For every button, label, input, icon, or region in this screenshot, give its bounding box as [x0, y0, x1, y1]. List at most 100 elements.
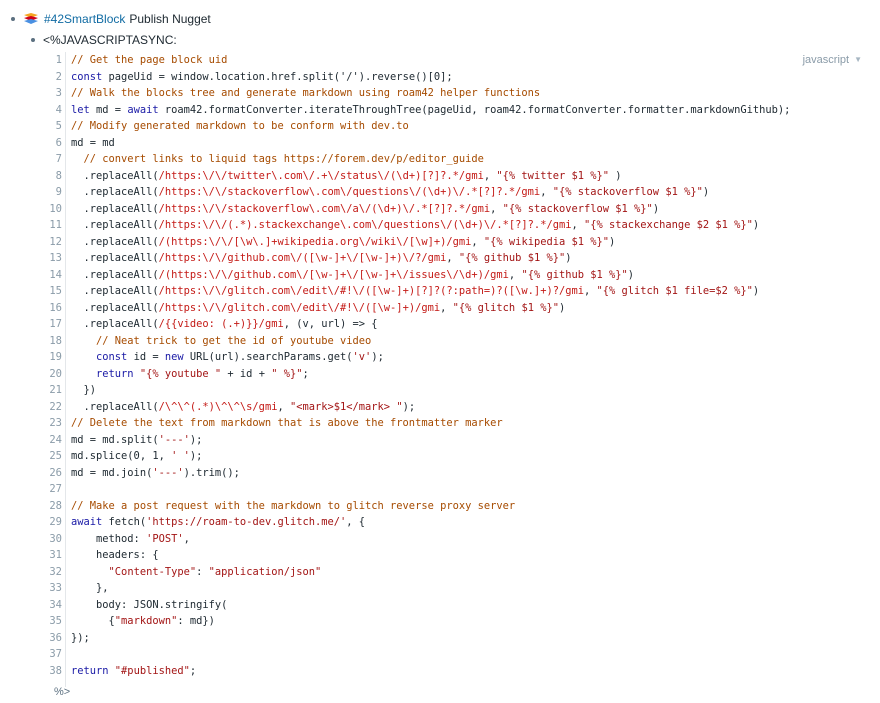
code-line[interactable]: 30 method: 'POST',	[48, 531, 880, 548]
code-text: // Walk the blocks tree and generate mar…	[71, 85, 540, 102]
line-number: 22	[49, 400, 62, 413]
code-line[interactable]: 31 headers: {	[48, 547, 880, 564]
code-line[interactable]: 13 .replaceAll(/https:\/\/github.com\/([…	[48, 250, 880, 267]
code-text: .replaceAll(/https:\/\/glitch.com\/edit\…	[71, 300, 566, 317]
code-token: /\^\^(.*)\^\^\s/gmi	[158, 400, 278, 413]
code-token: , (v, url) => {	[283, 318, 378, 330]
code-line[interactable]: 8 .replaceAll(/https:\/\/twitter\.com\/.…	[48, 168, 880, 185]
code-line[interactable]: 38 return "#published";	[48, 663, 880, 680]
code-line[interactable]: 2 const pageUid = window.location.href.sp…	[48, 69, 880, 86]
code-line[interactable]: 17 .replaceAll(/{{video: (.+)}}/gmi, (v,…	[48, 316, 880, 333]
code-text: md = md.split('---');	[71, 432, 202, 449]
code-text: md.splice(0, 1, ' ');	[71, 448, 202, 465]
closing-marker: %>	[54, 686, 71, 698]
code-token: md =	[96, 103, 128, 116]
code-token: md.splice(0, 1,	[71, 450, 172, 462]
code-line[interactable]: 29 await fetch('https://roam-to-dev.glitc…	[48, 514, 880, 531]
line-number: 34	[49, 598, 62, 611]
code-line[interactable]: 16 .replaceAll(/https:\/\/glitch.com\/ed…	[48, 300, 880, 317]
code-line[interactable]: 23 // Delete the text from markdown that …	[48, 415, 880, 432]
code-token: ).trim();	[183, 466, 240, 479]
code-line[interactable]: 9 .replaceAll(/https:\/\/stackoverflow\.…	[48, 184, 880, 201]
code-line[interactable]: 4 let md = await roam42.formatConverter.i…	[48, 102, 880, 119]
code-line[interactable]: 27	[48, 481, 880, 498]
code-line[interactable]: 22 .replaceAll(/\^\^(.*)\^\^\s/gmi, "<ma…	[48, 399, 880, 416]
code-line[interactable]: 32 "Content-Type": "application/json"	[48, 564, 880, 581]
code-line[interactable]: 10 .replaceAll(/https:\/\/stackoverflow\…	[48, 201, 880, 218]
line-number: 10	[49, 202, 62, 215]
code-token: " %}"	[271, 367, 303, 380]
code-token: headers: {	[71, 549, 159, 561]
code-text: .replaceAll(/https:\/\/github.com\/([\w-…	[71, 250, 572, 267]
code-token: ,	[277, 400, 290, 413]
code-token: },	[71, 582, 109, 594]
code-token: .replaceAll(	[71, 285, 159, 297]
code-line[interactable]: 33 },	[48, 580, 880, 597]
code-text: .replaceAll(/\^\^(.*)\^\^\s/gmi, "<mark>…	[71, 399, 416, 416]
code-line[interactable]: 25 md.splice(0, 1, ' ');	[48, 448, 880, 465]
line-number: 17	[49, 318, 62, 330]
code-line[interactable]: 1 // Get the page block uid	[48, 52, 880, 69]
code-line[interactable]: 20 return "{% youtube " + id + " %}";	[48, 366, 880, 383]
code-line[interactable]: 15 .replaceAll(/https:\/\/glitch.com\/ed…	[48, 283, 880, 300]
code-token: .replaceAll(	[71, 202, 159, 215]
code-token: // Walk the blocks tree and generate mar…	[71, 87, 541, 99]
code-line[interactable]: 5 // Modify generated markdown to be conf…	[48, 118, 880, 135]
code-text: .replaceAll(/(https:\/\/[\w\.]+wikipedia…	[71, 234, 616, 251]
line-number: 25	[49, 450, 62, 462]
line-number: 14	[49, 268, 62, 281]
code-token: ' '	[171, 450, 190, 462]
code-token: "{% glitch $1 file=$2 %}"	[596, 285, 753, 297]
code-token: // Neat trick to get the id of youtube v…	[71, 334, 372, 347]
code-text: headers: {	[71, 547, 159, 564]
code-token: method:	[71, 532, 147, 545]
code-line[interactable]: 26 md = md.join('---').trim();	[48, 465, 880, 482]
code-line[interactable]: 12 .replaceAll(/(https:\/\/[\w\.]+wikipe…	[48, 234, 880, 251]
code-token: // Modify generated markdown to be confo…	[71, 120, 409, 132]
code-token: )	[752, 285, 760, 297]
code-line[interactable]: 11 .replaceAll(/https:\/\/(.*).stackexch…	[48, 217, 880, 234]
code-token: '---'	[158, 433, 190, 446]
code-line[interactable]: 19 const id = new URL(url).searchParams.…	[48, 349, 880, 366]
code-token: : md})	[177, 615, 215, 627]
code-token: URL(url).searchParams.get(	[189, 351, 353, 363]
code-text: // Delete the text from markdown that is…	[71, 415, 503, 432]
code-line[interactable]: 24 md = md.split('---');	[48, 432, 880, 449]
code-line[interactable]: 18 // Neat trick to get the id of youtub…	[48, 333, 880, 350]
code-line[interactable]: 7 // convert links to liquid tags https:…	[48, 151, 880, 168]
line-number: 9	[55, 186, 62, 198]
code-line[interactable]: 35 {"markdown": md})	[48, 613, 880, 630]
line-number: 21	[49, 384, 62, 396]
code-token: /https:\/\/(.*).stackexchange\.com\/ques…	[158, 219, 572, 231]
code-token: body: JSON.stringify(	[71, 598, 228, 611]
line-number: 13	[49, 252, 62, 264]
code-line[interactable]: 34 body: JSON.stringify(	[48, 597, 880, 614]
code-line[interactable]: 28 // Make a post request with the markdo…	[48, 498, 880, 515]
code-line[interactable]: 36});	[48, 630, 880, 647]
code-text: // Make a post request with the markdown…	[71, 498, 515, 515]
block-bullet[interactable]	[31, 38, 35, 42]
code-line[interactable]: 14 .replaceAll(/(https:\/\/github.com\/[…	[48, 267, 880, 284]
code-line[interactable]: 3 // Walk the blocks tree and generate ma…	[48, 85, 880, 102]
code-text: .replaceAll(/https:\/\/stackoverflow\.co…	[71, 184, 710, 201]
code-editor[interactable]: javascript ▼ 1// Get the page block uid 2…	[48, 52, 880, 687]
block-bullet[interactable]	[11, 17, 15, 21]
smartblock-title-row: #42SmartBlock Publish Nugget	[11, 10, 211, 28]
code-token: "{% twitter $1 %}"	[496, 169, 610, 182]
smartblock-tag[interactable]: #42SmartBlock	[44, 12, 125, 26]
code-token: )	[627, 268, 635, 281]
code-token: "{% stackexchange $2 $1 %}"	[584, 219, 753, 231]
code-token: ;	[189, 664, 197, 677]
code-token: .replaceAll(	[71, 301, 159, 314]
code-token: md = md.join(	[71, 466, 153, 479]
code-line[interactable]: 21 })	[48, 382, 880, 399]
code-token: 'POST'	[146, 532, 184, 545]
code-line[interactable]: 37	[48, 646, 880, 663]
code-line[interactable]: 6 md = md	[48, 135, 880, 152]
code-text: // Neat trick to get the id of youtube v…	[71, 333, 371, 350]
code-token: const	[71, 70, 109, 83]
code-token: /https:\/\/glitch.com\/edit\/#!\/([\w-]+…	[158, 285, 584, 297]
code-token: 'https://roam-to-dev.glitch.me/'	[146, 516, 347, 528]
code-text: await fetch('https://roam-to-dev.glitch.…	[71, 514, 365, 531]
